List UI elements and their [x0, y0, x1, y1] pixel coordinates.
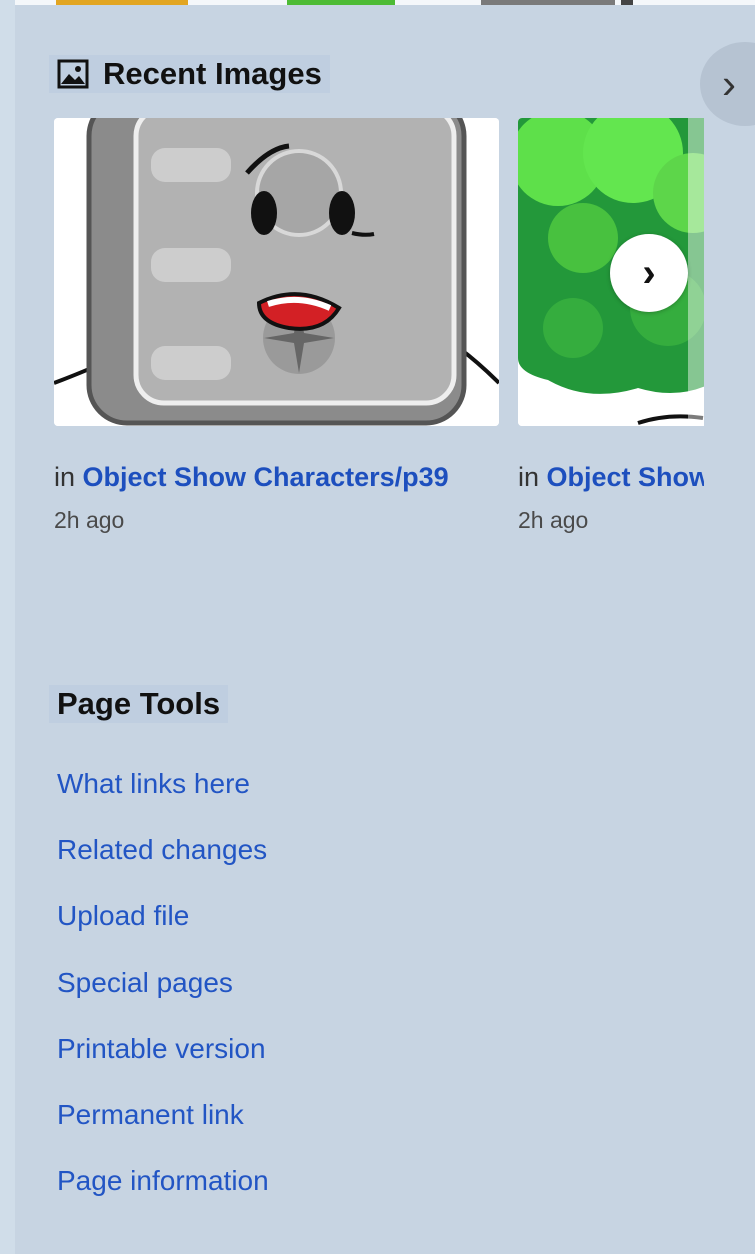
upload-file-link[interactable]: Upload file: [57, 900, 189, 931]
list-item: What links here: [57, 763, 269, 829]
list-item: Special pages: [57, 962, 269, 1028]
recent-images-heading: Recent Images: [49, 55, 330, 94]
chevron-right-icon: ›: [722, 60, 736, 107]
page-information-link[interactable]: Page information: [57, 1165, 269, 1196]
list-item: Page information: [57, 1160, 269, 1226]
caption-prefix: in: [54, 462, 76, 492]
special-pages-link[interactable]: Special pages: [57, 967, 233, 998]
related-changes-link[interactable]: Related changes: [57, 834, 267, 865]
list-item: Permanent link: [57, 1094, 269, 1160]
page-tools-list: What links here Related changes Upload f…: [57, 763, 269, 1226]
list-item: Related changes: [57, 829, 269, 895]
list-item: Upload file: [57, 895, 269, 961]
carousel-next-button[interactable]: ›: [610, 234, 688, 312]
recent-images-carousel: in Object Show Characters/p39 2h ago in …: [54, 118, 704, 588]
permanent-link[interactable]: Permanent link: [57, 1099, 244, 1130]
left-edge-strip: [0, 0, 15, 1254]
what-links-here-link[interactable]: What links here: [57, 768, 250, 799]
list-item: Printable version: [57, 1028, 269, 1094]
caption-prefix: in: [518, 462, 540, 492]
recent-images-title: Recent Images: [103, 56, 322, 91]
recent-image-caption: in Object Show Characters/p39: [518, 458, 704, 497]
safe-character-image: [54, 118, 499, 426]
recent-image-timestamp: 2h ago: [518, 507, 589, 533]
page-tools-heading: Page Tools: [49, 685, 229, 724]
recent-image-timestamp: 2h ago: [54, 507, 125, 533]
recent-image-page-link[interactable]: Object Show Characters/p39: [83, 462, 449, 492]
recent-image-thumbnail[interactable]: [54, 118, 499, 426]
recent-image-card: in Object Show Characters/p39 2h ago: [54, 118, 499, 534]
printable-version-link[interactable]: Printable version: [57, 1033, 266, 1064]
recent-image-page-link[interactable]: Object Show Characters/p39: [547, 462, 704, 492]
chevron-right-icon: ›: [642, 250, 656, 295]
recent-image-caption: in Object Show Characters/p39: [54, 458, 499, 497]
image-icon: [57, 59, 89, 89]
recent-image-card: in Object Show Characters/p39 2h ago: [518, 118, 704, 534]
